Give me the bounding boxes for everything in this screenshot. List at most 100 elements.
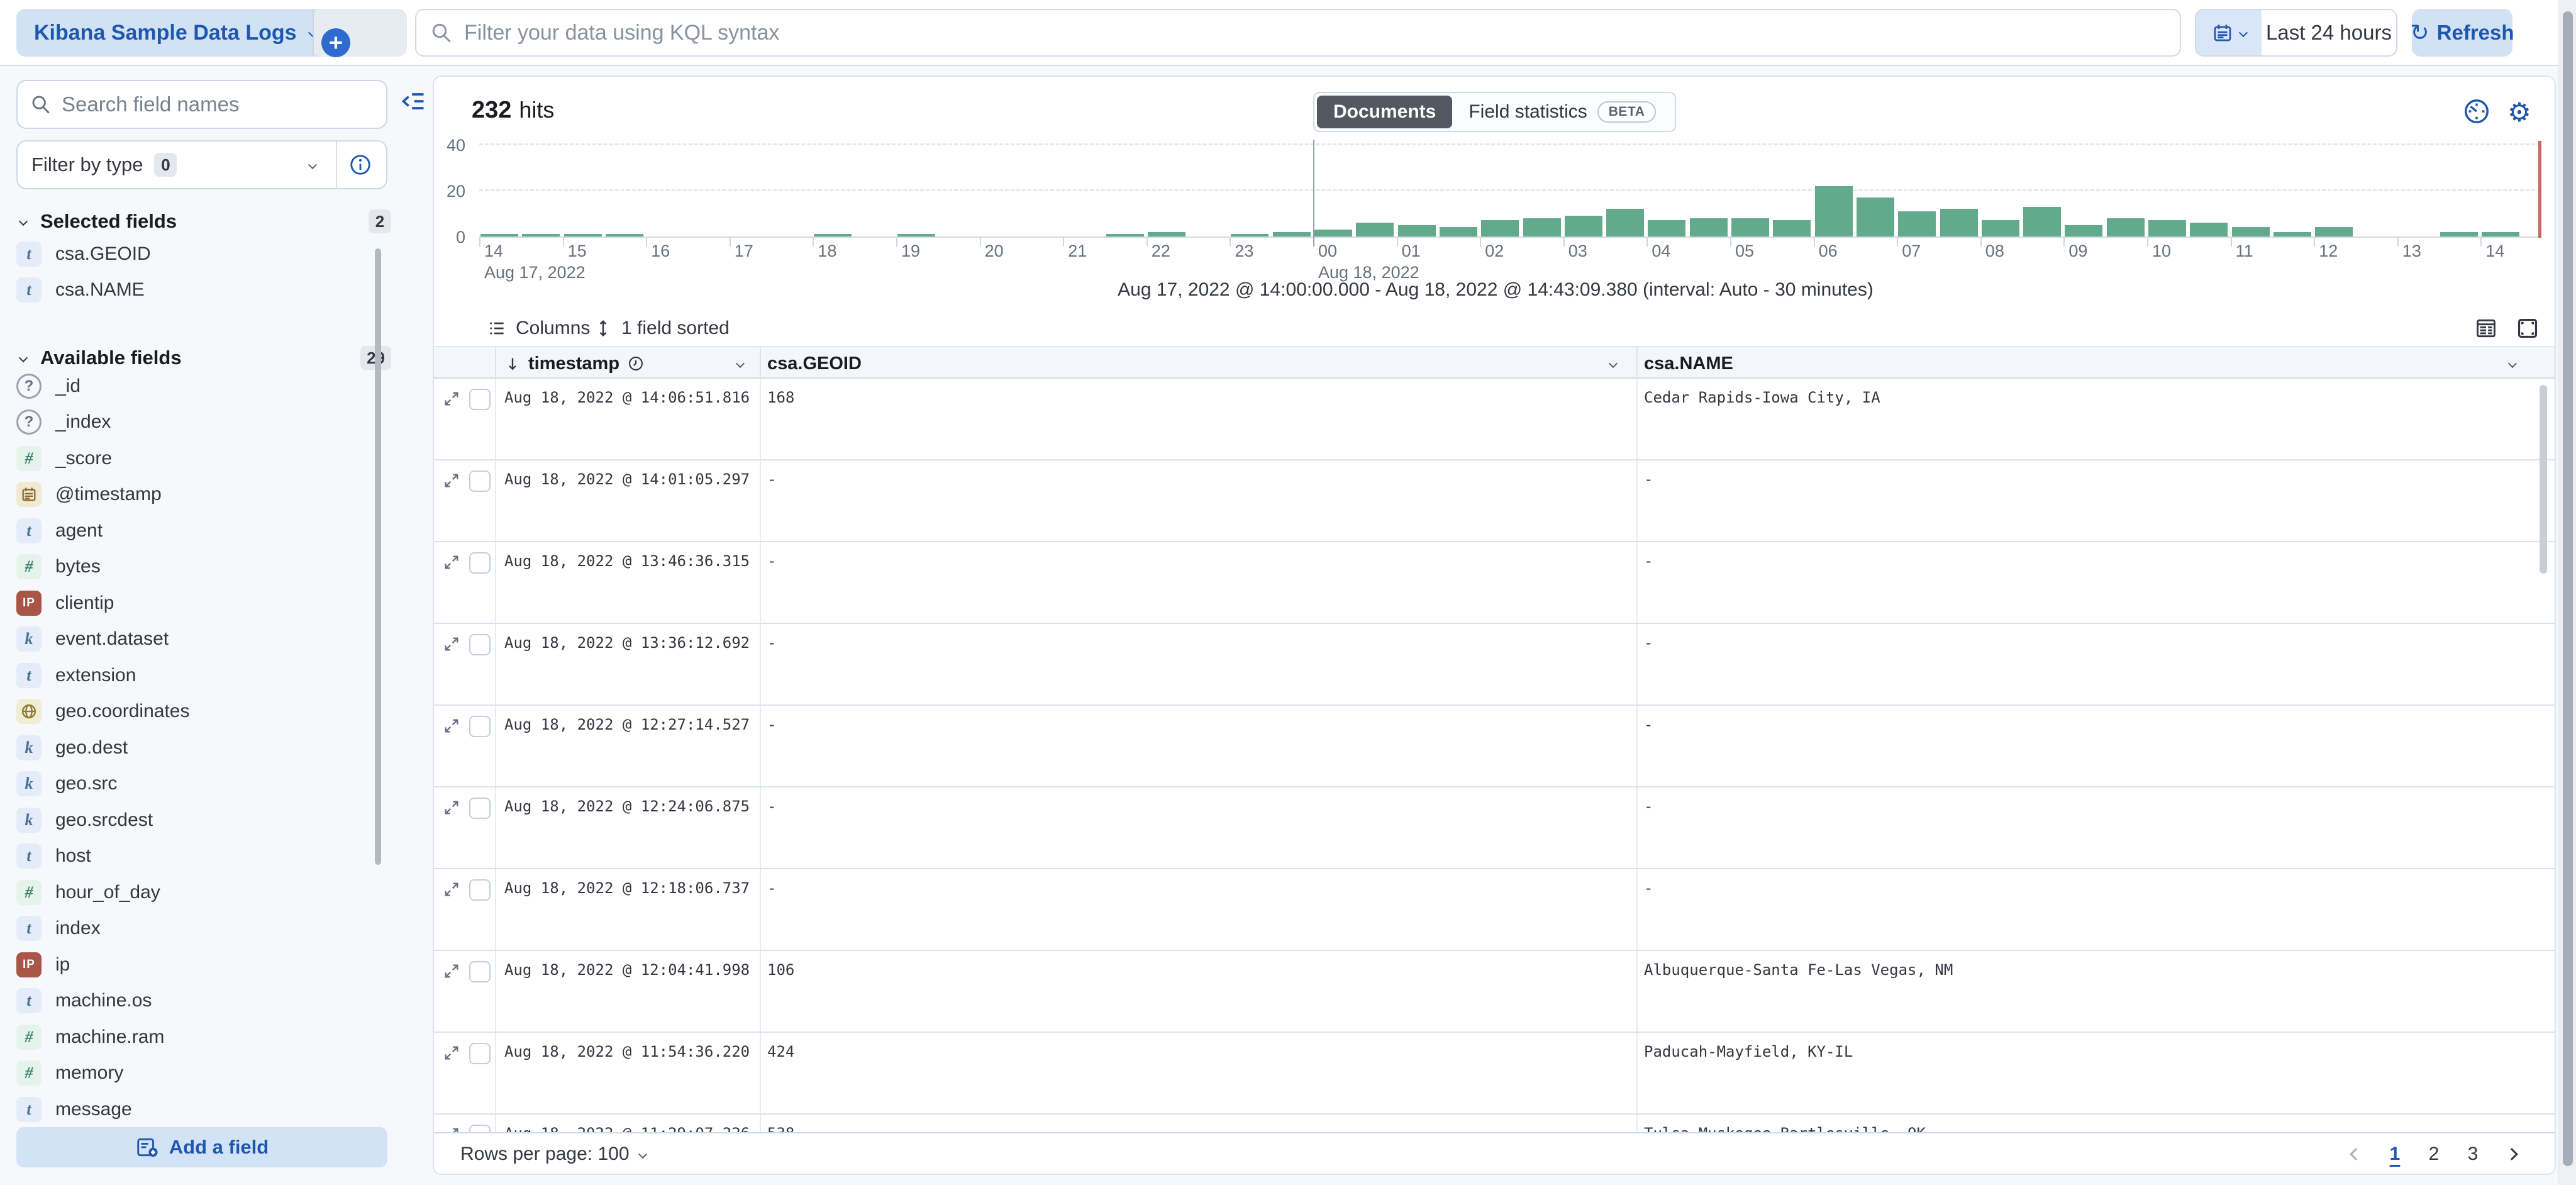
table-row[interactable]: Aug 18, 2022 @ 14:06:51.816 168 Cedar Ra…	[434, 379, 2555, 460]
table-row[interactable]: Aug 18, 2022 @ 14:01:05.297 - -	[434, 460, 2555, 542]
expand-row-icon[interactable]	[443, 799, 460, 816]
kql-search-input[interactable]	[464, 21, 2166, 45]
sidebar-field-geo.src[interactable]: k geo.src	[16, 766, 369, 803]
sidebar-field-_index[interactable]: ? _index	[16, 404, 369, 441]
display-options-button[interactable]	[2474, 311, 2498, 346]
pagination-prev-button[interactable]	[2341, 1138, 2371, 1171]
field-search-input[interactable]	[62, 92, 374, 116]
histogram-plot-area[interactable]	[479, 143, 2541, 238]
tab-field-statistics[interactable]: Field statistics BETA	[1452, 96, 1672, 128]
table-row[interactable]: Aug 18, 2022 @ 12:04:41.998 106 Albuquer…	[434, 951, 2555, 1033]
expand-row-icon[interactable]	[443, 717, 460, 735]
chevron-down-icon[interactable]	[1609, 359, 1618, 368]
sidebar-field-geo.srcdest[interactable]: k geo.srcdest	[16, 802, 369, 838]
pagination-page-3[interactable]: 3	[2458, 1138, 2488, 1171]
pagination-page-1[interactable]: 1	[2380, 1138, 2410, 1171]
row-checkbox[interactable]	[469, 961, 491, 982]
row-checkbox[interactable]	[469, 798, 491, 819]
expand-row-icon[interactable]	[443, 962, 460, 980]
sidebar-field-machine.os[interactable]: t machine.os	[16, 983, 369, 1020]
sidebar-field-geo.dest[interactable]: k geo.dest	[16, 730, 369, 766]
expand-row-icon[interactable]	[443, 881, 460, 898]
chart-settings-button[interactable]: ⚙	[2504, 97, 2534, 127]
sort-fields-button[interactable]: 1 field sorted	[594, 311, 730, 346]
histogram-chart[interactable]: 40 20 0 14151617181920212223000102030405…	[434, 140, 2557, 291]
sidebar-field-_id[interactable]: ? _id	[16, 368, 369, 404]
sidebar-field-csa.GEOID[interactable]: t csa.GEOID	[16, 236, 369, 272]
sidebar-field-geo.coordinates[interactable]: geo.coordinates	[16, 694, 369, 730]
table-scrollbar-thumb[interactable]	[2540, 385, 2547, 574]
expand-row-icon[interactable]	[443, 1126, 460, 1132]
table-row[interactable]: Aug 18, 2022 @ 11:29:07.226 538 Tulsa-Mu…	[434, 1115, 2555, 1132]
column-header-timestamp[interactable]: timestamp	[504, 347, 756, 380]
page-scrollbar[interactable]	[2558, 0, 2576, 1185]
table-row[interactable]: Aug 18, 2022 @ 13:46:36.315 - -	[434, 542, 2555, 624]
sidebar-field-csa.NAME[interactable]: t csa.NAME	[16, 272, 369, 309]
sidebar-field-memory[interactable]: # memory	[16, 1055, 369, 1092]
sidebar-field-hour_of_day[interactable]: # hour_of_day	[16, 874, 369, 911]
date-picker-calendar-button[interactable]	[2196, 10, 2262, 55]
chart-options-button[interactable]	[2462, 97, 2492, 127]
row-checkbox[interactable]	[469, 552, 491, 574]
row-checkbox[interactable]	[469, 1125, 491, 1132]
sidebar-scrollbar-thumb[interactable]	[375, 248, 381, 865]
expand-row-icon[interactable]	[443, 1044, 460, 1062]
table-row[interactable]: Aug 18, 2022 @ 13:36:12.692 - -	[434, 624, 2555, 706]
add-filter-button[interactable]: +	[313, 19, 359, 67]
sidebar-field-agent[interactable]: t agent	[16, 513, 369, 549]
fullscreen-button[interactable]	[2516, 311, 2540, 346]
row-checkbox[interactable]	[469, 634, 491, 655]
sidebar-field-_score[interactable]: # _score	[16, 440, 369, 477]
sidebar-field-event.dataset[interactable]: k event.dataset	[16, 621, 369, 658]
sidebar-field-message[interactable]: t message	[16, 1091, 369, 1128]
filter-by-type-dropdown[interactable]: Filter by type 0	[16, 140, 387, 189]
row-checkbox[interactable]	[469, 716, 491, 737]
time-range-button[interactable]: Last 24 hours	[2262, 10, 2396, 55]
kql-search-bar[interactable]	[415, 9, 2181, 57]
pagination-page-2[interactable]: 2	[2419, 1138, 2449, 1171]
sidebar-field-clientip[interactable]: IP clientip	[16, 585, 369, 621]
field-name: host	[55, 845, 91, 867]
add-field-button[interactable]: Add a field	[16, 1127, 387, 1167]
x-axis-tick	[2063, 238, 2065, 247]
sidebar-field-bytes[interactable]: # bytes	[16, 549, 369, 586]
row-checkbox[interactable]	[469, 879, 491, 901]
refresh-button[interactable]: ↻ Refresh	[2412, 9, 2512, 57]
sidebar-field-@timestamp[interactable]: @timestamp	[16, 477, 369, 513]
column-header-geoid[interactable]: csa.GEOID	[767, 347, 1629, 380]
pagination-next-button[interactable]	[2497, 1138, 2527, 1171]
rows-per-page-button[interactable]: Rows per page: 100	[460, 1133, 646, 1175]
table-row[interactable]: Aug 18, 2022 @ 12:27:14.527 - -	[434, 706, 2555, 787]
sidebar-field-machine.ram[interactable]: # machine.ram	[16, 1019, 369, 1055]
info-icon[interactable]	[348, 153, 372, 177]
sidebar-field-host[interactable]: t host	[16, 838, 369, 875]
expand-row-icon[interactable]	[443, 390, 460, 408]
chevron-down-icon[interactable]	[736, 359, 745, 368]
collapse-sidebar-button[interactable]	[399, 87, 428, 116]
sidebar-field-extension[interactable]: t extension	[16, 657, 369, 694]
row-checkbox[interactable]	[469, 470, 491, 492]
tab-field-statistics-label: Field statistics	[1468, 101, 1587, 123]
row-checkbox[interactable]	[469, 389, 491, 410]
column-header-name[interactable]: csa.NAME	[1644, 347, 2524, 380]
expand-row-icon[interactable]	[443, 635, 460, 653]
sidebar-field-ip[interactable]: IP ip	[16, 947, 369, 983]
sidebar-field-index[interactable]: t index	[16, 911, 369, 947]
table-row[interactable]: Aug 18, 2022 @ 11:54:36.220 424 Paducah-…	[434, 1033, 2555, 1115]
tab-documents[interactable]: Documents	[1317, 96, 1452, 128]
page-scrollbar-thumb[interactable]	[2563, 11, 2573, 1166]
x-axis-tick	[1146, 238, 1148, 247]
columns-button[interactable]: Columns	[487, 311, 590, 346]
field-search-box[interactable]	[16, 80, 387, 129]
chevron-down-icon[interactable]	[2508, 359, 2517, 368]
columns-label: Columns	[516, 318, 590, 339]
table-scrollbar[interactable]	[2540, 385, 2547, 787]
expand-row-icon[interactable]	[443, 554, 460, 571]
row-checkbox[interactable]	[469, 1043, 491, 1064]
table-row[interactable]: Aug 18, 2022 @ 12:24:06.875 - -	[434, 787, 2555, 869]
sidebar-scrollbar[interactable]	[375, 248, 381, 865]
table-row[interactable]: Aug 18, 2022 @ 12:18:06.737 - -	[434, 869, 2555, 951]
expand-row-icon[interactable]	[443, 472, 460, 489]
data-view-picker[interactable]: Kibana Sample Data Logs	[16, 9, 333, 57]
selected-fields-header[interactable]: Selected fields 2	[16, 206, 391, 237]
